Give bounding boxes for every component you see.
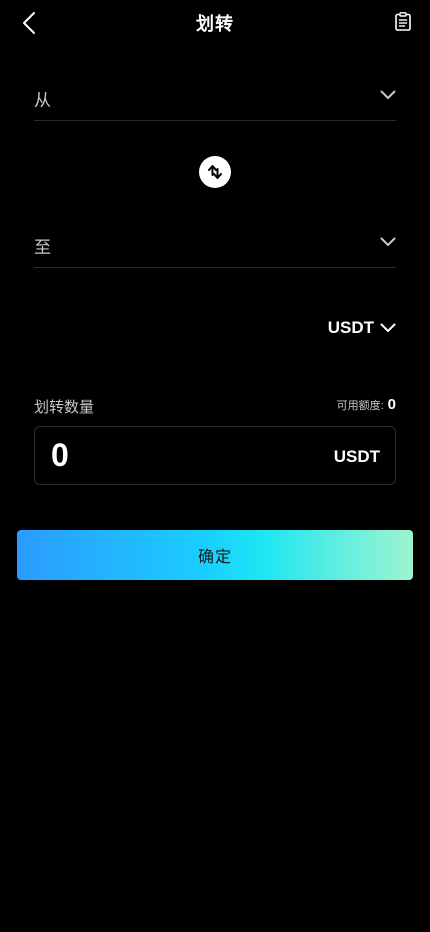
from-account-select[interactable]: 从 [34, 66, 396, 121]
swap-button[interactable] [199, 156, 231, 188]
to-label: 至 [34, 238, 51, 257]
header: 划转 [0, 0, 430, 46]
amount-unit: USDT [333, 447, 380, 466]
chevron-down-icon [380, 323, 396, 332]
chevron-down-icon [380, 90, 396, 99]
available-label: 可用额度: [336, 400, 384, 412]
page-title: 划转 [196, 14, 234, 34]
amount-field: USDT [34, 426, 396, 485]
currency-label: USDT [327, 318, 374, 337]
swap-arrows-icon [208, 165, 222, 179]
confirm-label: 确定 [197, 549, 232, 566]
chevron-down-icon [380, 237, 396, 246]
amount-label: 划转数量 [34, 399, 95, 416]
available-value: 0 [387, 396, 396, 413]
confirm-button[interactable]: 确定 [17, 530, 413, 580]
from-label: 从 [34, 91, 51, 110]
available-balance: 可用额度: 0 [337, 396, 396, 413]
to-account-select[interactable]: 至 [34, 213, 396, 268]
transfer-record-button[interactable] [390, 8, 416, 34]
transfer-page: 划转 从 至 USDT 划转数量 可用额度: 0 0 USDT 确定 [0, 0, 430, 932]
amount-input[interactable] [51, 435, 301, 475]
currency-select[interactable]: USDT [328, 318, 396, 338]
clipboard-icon [395, 11, 411, 31]
